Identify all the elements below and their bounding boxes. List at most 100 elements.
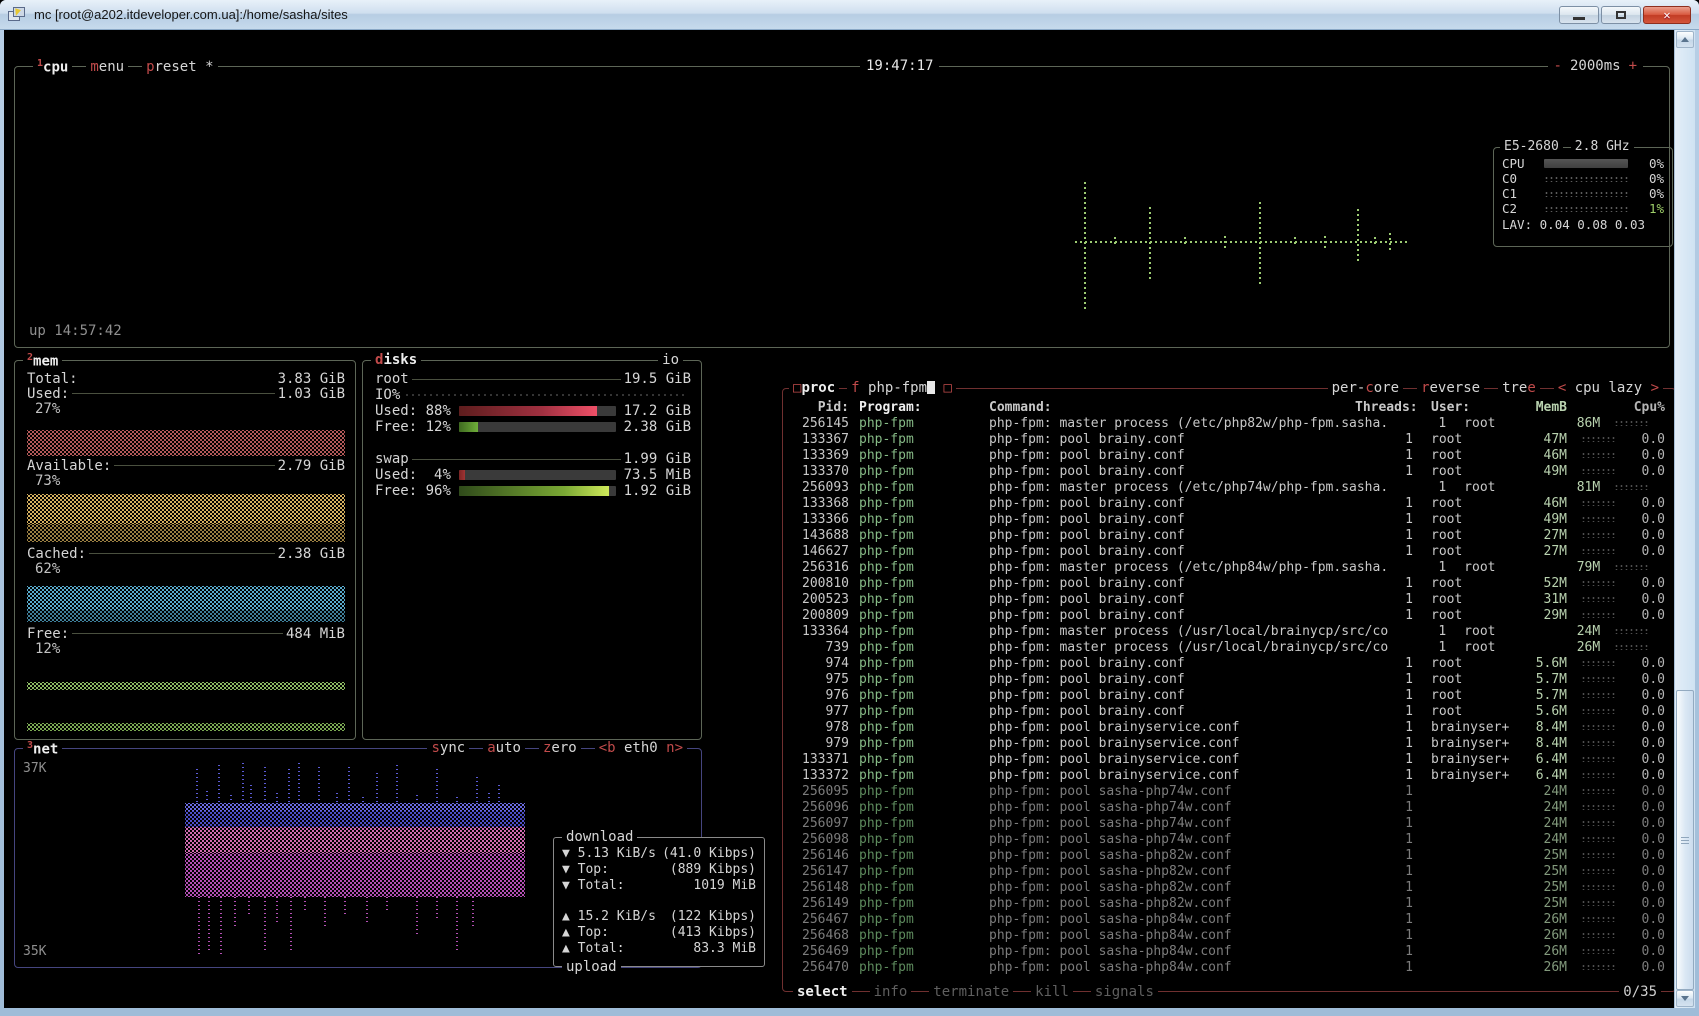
maximize-button[interactable] [1601, 6, 1641, 24]
proc-row[interactable]: 256316php-fpmphp-fpm: master process (/e… [795, 559, 1665, 575]
preset-button[interactable]: preset * [142, 59, 217, 75]
proc-row[interactable]: 256470php-fpmphp-fpm: pool sasha-php84w.… [795, 959, 1665, 975]
proc-row[interactable]: 256147php-fpmphp-fpm: pool sasha-php82w.… [795, 863, 1665, 879]
proc-pid: 256096 [795, 800, 849, 815]
scroll-down-button[interactable] [1676, 990, 1694, 1007]
proc-row[interactable]: 256145php-fpmphp-fpm: master process (/e… [795, 415, 1665, 431]
proc-cpu: 0.0 [1623, 432, 1665, 447]
proc-row[interactable]: 133364php-fpmphp-fpm: master process (/u… [795, 623, 1665, 639]
cpu-model: E5-2680 [1500, 139, 1563, 154]
proc-cpu-meter [1581, 500, 1617, 506]
interface-switcher[interactable]: <b eth0 n> [595, 740, 687, 756]
proc-mem: 26M [1523, 960, 1567, 975]
proc-mem: 5.7M [1523, 688, 1567, 703]
proc-mem: 25M [1523, 896, 1567, 911]
proc-pid: 978 [795, 720, 849, 735]
used-bar [459, 470, 616, 480]
proc-row[interactable]: 256469php-fpmphp-fpm: pool sasha-php84w.… [795, 943, 1665, 959]
info-button[interactable]: info [870, 984, 912, 1000]
proc-cpu: 0.0 [1623, 672, 1665, 687]
proc-row[interactable]: 977php-fpmphp-fpm: pool brainy.conf1root… [795, 703, 1665, 719]
proc-row[interactable]: 976php-fpmphp-fpm: pool brainy.conf1root… [795, 687, 1665, 703]
terminate-button[interactable]: terminate [929, 984, 1013, 1000]
reverse-button[interactable]: reverse [1417, 380, 1484, 396]
signals-button[interactable]: signals [1091, 984, 1158, 1000]
proc-user: root [1419, 432, 1523, 447]
proc-pid: 133364 [795, 624, 849, 639]
zero-button[interactable]: zero [539, 740, 581, 756]
proc-row[interactable]: 256093php-fpmphp-fpm: master process (/e… [795, 479, 1665, 495]
proc-row[interactable]: 256149php-fpmphp-fpm: pool sasha-php82w.… [795, 895, 1665, 911]
scrollbar[interactable] [1674, 30, 1695, 1008]
proc-row[interactable]: 978php-fpmphp-fpm: pool brainyservice.co… [795, 719, 1665, 735]
tree-button[interactable]: tree [1498, 380, 1540, 396]
proc-cmd: php-fpm: master process (/usr/local/brai… [989, 624, 1388, 639]
proc-prog: php-fpm [849, 608, 989, 623]
select-button[interactable]: select [793, 984, 852, 1000]
proc-thr: 1 [1355, 784, 1419, 799]
close-button[interactable]: ✕ [1643, 6, 1691, 24]
interval-increase-button[interactable]: + [1629, 58, 1637, 74]
proc-prog: php-fpm [849, 672, 989, 687]
proc-cpu-meter [1581, 852, 1617, 858]
thumb-grip-icon [1681, 840, 1689, 841]
proc-cpu-meter [1581, 868, 1617, 874]
proc-cpu: 0.0 [1623, 720, 1665, 735]
proc-row[interactable]: 200810php-fpmphp-fpm: pool brainy.conf1r… [795, 575, 1665, 591]
process-counter: 0/35 [1619, 984, 1661, 1000]
io-mode-button[interactable]: io [658, 352, 683, 368]
sort-switcher[interactable]: < cpu lazy > [1554, 380, 1663, 396]
proc-mem: 6.4M [1523, 752, 1567, 767]
auto-button[interactable]: auto [483, 740, 525, 756]
upload-total-row: ▲ Total:83.3 MiB [562, 941, 756, 956]
proc-thr: 1 [1355, 736, 1419, 751]
proc-row[interactable]: 133367php-fpmphp-fpm: pool brainy.conf1r… [795, 431, 1665, 447]
proc-row[interactable]: 975php-fpmphp-fpm: pool brainy.conf1root… [795, 671, 1665, 687]
proc-row[interactable]: 133371php-fpmphp-fpm: pool brainyservice… [795, 751, 1665, 767]
proc-cpu-meter [1581, 596, 1617, 602]
proc-cmd: php-fpm: master process (/usr/local/brai… [989, 640, 1388, 655]
proc-row[interactable]: 256095php-fpmphp-fpm: pool sasha-php74w.… [795, 783, 1665, 799]
proc-row[interactable]: 133372php-fpmphp-fpm: pool brainyservice… [795, 767, 1665, 783]
menu-button[interactable]: menu [86, 59, 128, 75]
sync-button[interactable]: sync [427, 740, 469, 756]
proc-row[interactable]: 133369php-fpmphp-fpm: pool brainy.conf1r… [795, 447, 1665, 463]
proc-row[interactable]: 133368php-fpmphp-fpm: pool brainy.conf1r… [795, 495, 1665, 511]
proc-filter[interactable]: f php-fpm □ [847, 380, 956, 396]
proc-cpu: 0.0 [1623, 608, 1665, 623]
scroll-up-button[interactable] [1676, 31, 1694, 48]
proc-row[interactable]: 133366php-fpmphp-fpm: pool brainy.conf1r… [795, 511, 1665, 527]
proc-row[interactable]: 256148php-fpmphp-fpm: pool sasha-php82w.… [795, 879, 1665, 895]
per-core-button[interactable]: per-core [1328, 380, 1403, 396]
proc-prog: php-fpm [849, 912, 989, 927]
proc-row[interactable]: 200523php-fpmphp-fpm: pool brainy.conf1r… [795, 591, 1665, 607]
proc-row[interactable]: 256467php-fpmphp-fpm: pool sasha-php84w.… [795, 911, 1665, 927]
proc-thr: 1 [1388, 624, 1452, 639]
proc-thr: 1 [1355, 896, 1419, 911]
proc-prog: php-fpm [849, 544, 989, 559]
proc-cpu-meter [1581, 468, 1617, 474]
proc-cmd: php-fpm: pool sasha-php82w.conf [989, 880, 1355, 895]
proc-user: root [1452, 480, 1556, 495]
proc-row[interactable]: 143688php-fpmphp-fpm: pool brainy.conf1r… [795, 527, 1665, 543]
scrollbar-thumb[interactable] [1676, 690, 1694, 990]
proc-row[interactable]: 133370php-fpmphp-fpm: pool brainy.conf1r… [795, 463, 1665, 479]
titlebar[interactable]: mc [root@a202.itdeveloper.com.ua]:/home/… [0, 0, 1699, 30]
proc-row[interactable]: 979php-fpmphp-fpm: pool brainyservice.co… [795, 735, 1665, 751]
proc-row[interactable]: 256098php-fpmphp-fpm: pool sasha-php74w.… [795, 831, 1665, 847]
proc-thr: 1 [1388, 640, 1452, 655]
proc-row[interactable]: 200809php-fpmphp-fpm: pool brainy.conf1r… [795, 607, 1665, 623]
proc-row[interactable]: 256146php-fpmphp-fpm: pool sasha-php82w.… [795, 847, 1665, 863]
minimize-button[interactable] [1559, 6, 1599, 24]
interval-decrease-button[interactable]: - [1554, 58, 1562, 74]
proc-row[interactable]: 146627php-fpmphp-fpm: pool brainy.conf1r… [795, 543, 1665, 559]
kill-button[interactable]: kill [1031, 984, 1073, 1000]
proc-row[interactable]: 739php-fpmphp-fpm: master process (/usr/… [795, 639, 1665, 655]
proc-row[interactable]: 256468php-fpmphp-fpm: pool sasha-php84w.… [795, 927, 1665, 943]
proc-pid: 256469 [795, 944, 849, 959]
terminal: 1cpu menu preset * 19:47:17 - 2000ms + [4, 30, 1674, 1008]
mem-box-title: 2mem [23, 352, 62, 370]
proc-row[interactable]: 256096php-fpmphp-fpm: pool sasha-php74w.… [795, 799, 1665, 815]
proc-row[interactable]: 256097php-fpmphp-fpm: pool sasha-php74w.… [795, 815, 1665, 831]
proc-row[interactable]: 974php-fpmphp-fpm: pool brainy.conf1root… [795, 655, 1665, 671]
